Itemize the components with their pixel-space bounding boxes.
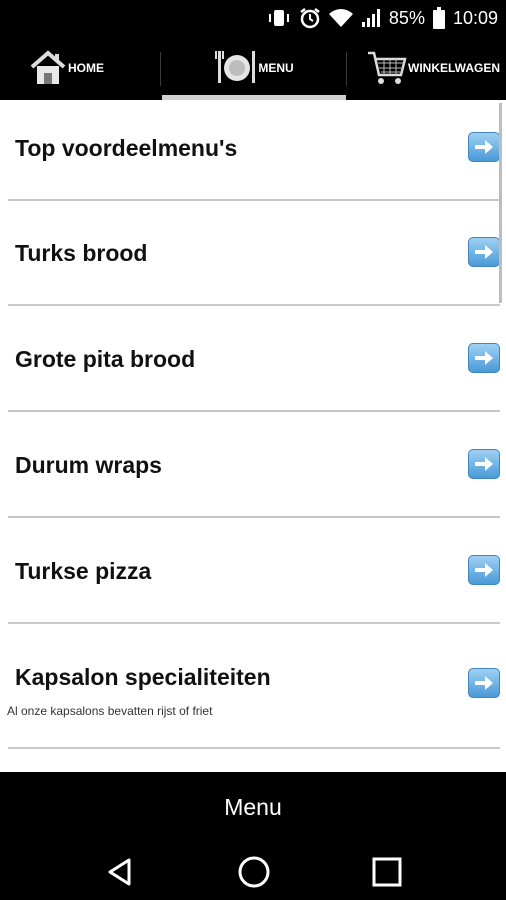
recents-icon[interactable] (367, 854, 407, 890)
tab-divider (346, 52, 347, 86)
arrow-right-icon[interactable] (468, 449, 500, 479)
tab-cart-label: WINKELWAGEN (408, 61, 500, 75)
arrow-right-icon[interactable] (468, 343, 500, 373)
list-item-title: Turkse pizza (15, 558, 152, 584)
battery-percent: 85% (388, 7, 425, 28)
list-item[interactable]: Grote pita brood (8, 306, 500, 412)
list-item[interactable]: Turkse pizza (8, 518, 500, 624)
list-item-title: Top voordeelmenu's (15, 135, 238, 161)
signal-icon (361, 8, 381, 28)
plate-icon (214, 47, 258, 90)
tab-home[interactable]: HOME (28, 36, 158, 100)
arrow-right-icon[interactable] (468, 668, 500, 698)
list-item-subtitle: Al onze kapsalons bevatten rijst of frie… (7, 704, 213, 718)
bottom-title: Menu (224, 793, 282, 820)
list-item[interactable]: Top voordeelmenu's (8, 100, 500, 201)
status-bar: 85% 10:09 (0, 0, 506, 36)
bottom-title-bar: Menu (0, 772, 506, 842)
menu-category-list[interactable]: Top voordeelmenu's Turks brood Grote pit… (0, 100, 506, 772)
home-icon (28, 47, 68, 90)
tab-home-label: HOME (68, 61, 104, 75)
list-item[interactable]: Turks brood (8, 201, 500, 306)
system-nav-bar (0, 842, 506, 900)
arrow-right-icon[interactable] (468, 237, 500, 267)
clock: 10:09 (452, 7, 498, 28)
list-item-title: Turks brood (15, 240, 148, 266)
tab-cart[interactable]: WINKELWAGEN (366, 36, 506, 100)
arrow-right-icon[interactable] (468, 132, 500, 162)
status-icons: 85% 10:09 (267, 0, 498, 36)
list-item[interactable]: Kapsalon specialiteiten Al onze kapsalon… (7, 624, 500, 749)
list-item[interactable]: Durum wraps (8, 412, 500, 518)
tab-menu[interactable]: MENU (162, 36, 346, 100)
back-icon[interactable] (100, 854, 140, 890)
battery-icon (432, 7, 445, 29)
top-tab-bar: HOME MENU WINKELWAGEN (0, 36, 506, 100)
vibrate-icon (267, 8, 291, 28)
wifi-icon (328, 8, 353, 28)
list-item-title: Grote pita brood (15, 346, 196, 372)
alarm-icon (299, 7, 321, 29)
home-circle-icon[interactable] (234, 854, 274, 890)
arrow-right-icon[interactable] (468, 555, 500, 585)
cart-icon (366, 47, 408, 90)
list-item-title: Kapsalon specialiteiten (15, 664, 271, 690)
list-item-title: Durum wraps (15, 452, 162, 478)
tab-menu-label: MENU (258, 61, 294, 75)
tab-divider (160, 52, 161, 86)
scrollbar[interactable] (499, 103, 502, 303)
